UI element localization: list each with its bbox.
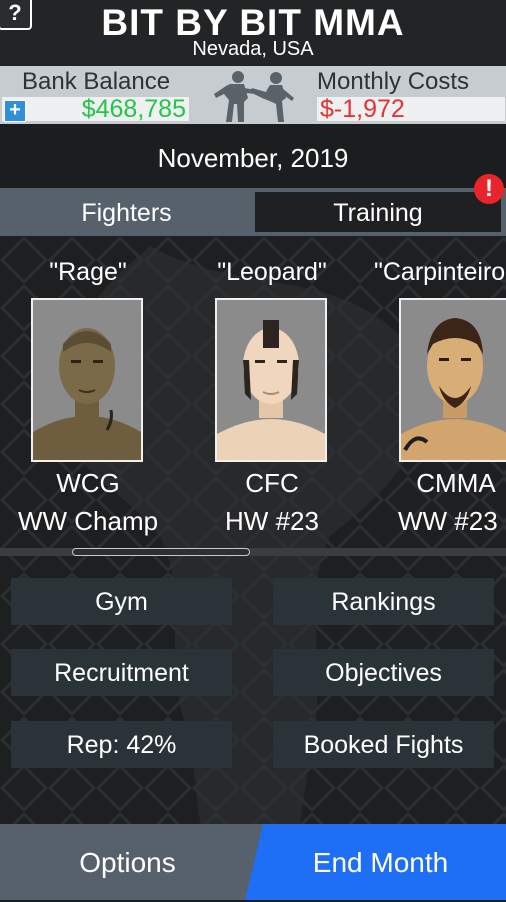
fighter-portrait[interactable] — [215, 298, 327, 462]
rankings-button[interactable]: Rankings — [273, 578, 494, 625]
fighters-scroll-thumb[interactable] — [72, 548, 250, 556]
fighter-org: CMMA — [416, 468, 496, 498]
tab-bar: Fighters Training — [0, 188, 506, 236]
alert-icon: ! — [474, 174, 504, 204]
fighter-org: CFC — [245, 468, 299, 498]
fighter-portrait[interactable] — [31, 298, 143, 462]
fighter-face-icon — [401, 300, 506, 460]
recruitment-button[interactable]: Recruitment — [11, 649, 232, 696]
location-label: Nevada, USA — [192, 38, 314, 60]
fighter-nickname: "Leopard" — [217, 258, 327, 286]
end-month-button[interactable]: End Month — [255, 824, 506, 900]
fighter-rank: WW #23 — [398, 506, 498, 536]
tab-training[interactable]: Training — [255, 192, 501, 232]
fighter-card[interactable]: "Rage" — [0, 258, 178, 287]
options-button[interactable]: Options — [0, 824, 255, 900]
tab-fighters[interactable]: Fighters — [0, 188, 253, 236]
reputation-button[interactable]: Rep: 42% — [11, 721, 232, 768]
fighter-card[interactable]: "Carpinteiro" — [374, 258, 506, 287]
fighter-nickname: "Rage" — [49, 258, 127, 286]
booked-fights-button[interactable]: Booked Fights — [273, 721, 494, 768]
bank-balance-label: Bank Balance — [22, 68, 171, 95]
fighter-card[interactable]: "Leopard" — [182, 258, 362, 287]
fighters-logo-icon — [214, 71, 294, 122]
monthly-costs-label: Monthly Costs — [317, 68, 470, 95]
current-date: November, 2019 — [157, 143, 349, 173]
monthly-costs-value: $-1,972 — [320, 95, 405, 123]
bank-balance-value: $468,785 — [81, 95, 186, 123]
gym-button[interactable]: Gym — [11, 578, 232, 625]
fighter-rank: HW #23 — [225, 506, 319, 536]
fighter-face-icon — [33, 300, 141, 460]
objectives-button[interactable]: Objectives — [273, 649, 494, 696]
fighter-org: WCG — [56, 468, 120, 498]
fighter-face-icon — [217, 300, 325, 460]
fighter-portrait[interactable] — [399, 298, 506, 462]
fighter-nickname: "Carpinteiro" — [374, 258, 506, 286]
footer-bar: Options End Month — [0, 824, 506, 900]
